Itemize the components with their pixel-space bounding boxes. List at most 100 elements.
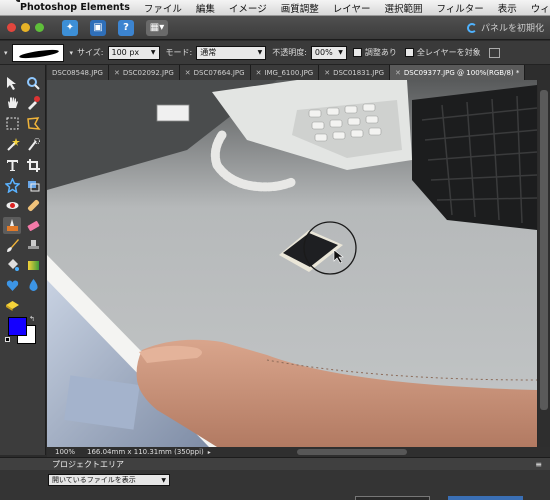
status-bar: 100% 166.04mm x 110.31mm (350ppi) ▸ — [47, 447, 550, 457]
tab-label: IMG_6100.JPG — [264, 68, 314, 77]
foreground-color-swatch[interactable] — [8, 317, 27, 336]
mode-dropdown-icon: ▼ — [257, 49, 263, 56]
red-eye-tool-icon[interactable] — [3, 197, 21, 214]
new-file-icon[interactable]: ✦ — [62, 19, 78, 36]
sponge-tool-icon[interactable] — [3, 297, 21, 314]
tab-label: DSC07664.JPG — [193, 68, 245, 77]
tab-dsc08548[interactable]: DSC08548.JPG — [47, 65, 109, 80]
all-layers-label: 全レイヤーを対象 — [416, 48, 481, 57]
tool-options-bar: ▾ ▾ サイズ: 100 px ▼ モード: 通常 ▼ 不透明度: 00% ▼ 調整あ… — [0, 41, 550, 65]
menu-image[interactable]: イメージ — [229, 1, 267, 15]
zoom-window-button[interactable] — [35, 23, 44, 32]
document-dimensions: 166.04mm x 110.31mm (350ppi) — [87, 448, 204, 456]
tab-label: DSC01831.JPG — [333, 68, 385, 77]
toolbox: ↰ — [0, 65, 46, 455]
project-thumbnail[interactable] — [355, 496, 430, 500]
document-tabs: DSC08548.JPG ✕ DSC02092.JPG ✕ DSC07664.JPG… — [47, 65, 550, 80]
tab-dsc09377[interactable]: ✕ DSC09377.JPG @ 100%(RGB/8) * — [390, 65, 526, 80]
all-layers-checkbox-group[interactable]: 全レイヤーを対象 — [404, 47, 481, 58]
magic-wand-tool-icon[interactable] — [3, 136, 21, 153]
app-menu[interactable]: Photoshop Elements — [20, 2, 130, 13]
healing-brush-tool-icon[interactable] — [24, 197, 42, 214]
adjust-checkbox[interactable] — [352, 48, 362, 57]
menu-window[interactable]: ウィン — [531, 1, 550, 15]
close-tab-icon[interactable]: ✕ — [395, 69, 401, 77]
size-field[interactable]: 100 px ▼ — [107, 45, 160, 60]
reset-icon — [466, 22, 477, 33]
clone-stamp-tool-icon[interactable] — [24, 237, 42, 254]
swap-colors-icon[interactable]: ↰ — [29, 315, 35, 323]
adjust-checkbox-group[interactable]: 調整あり — [352, 47, 397, 58]
quick-selection-tool-icon[interactable] — [24, 136, 42, 153]
tab-label: DSC08548.JPG — [52, 68, 103, 77]
paint-bucket-tool-icon[interactable] — [3, 257, 21, 274]
close-tab-icon[interactable]: ✕ — [114, 69, 120, 77]
shape-tool-icon[interactable] — [3, 277, 21, 294]
opacity-dropdown-icon: ▼ — [338, 49, 343, 56]
default-colors-icon[interactable] — [5, 337, 10, 342]
close-tab-icon[interactable]: ✕ — [324, 69, 330, 77]
lasso-tool-icon[interactable] — [24, 115, 42, 132]
marquee-tool-icon[interactable] — [3, 115, 21, 132]
move-tool-icon[interactable] — [3, 75, 21, 92]
reset-panels-button[interactable]: パネルを初期化 — [466, 21, 544, 34]
crop-tool-icon[interactable] — [24, 157, 42, 174]
menu-file[interactable]: ファイル — [144, 1, 182, 15]
opacity-field[interactable]: 00% ▼ — [310, 45, 347, 60]
menu-view[interactable]: 表示 — [498, 1, 517, 15]
eraser-tool-icon[interactable] — [24, 217, 42, 234]
status-menu-arrow-icon[interactable]: ▸ — [208, 449, 211, 456]
cookie-cutter-tool-icon[interactable] — [3, 177, 21, 194]
adjust-label: 調整あり — [364, 48, 397, 57]
vertical-scroll-thumb[interactable] — [540, 90, 548, 410]
menu-enhance[interactable]: 画質調整 — [281, 1, 319, 15]
reset-panels-label: パネルを初期化 — [480, 24, 544, 34]
type-tool-icon[interactable] — [3, 157, 21, 174]
brush-preview[interactable] — [11, 43, 64, 62]
close-window-button[interactable] — [7, 23, 16, 32]
tab-label: DSC02092.JPG — [122, 68, 174, 77]
panel-menu-icon[interactable]: ≡ — [535, 460, 542, 469]
project-view-select[interactable]: 開いているファイルを表示 ▼ — [48, 474, 170, 486]
menu-layer[interactable]: レイヤー — [333, 1, 371, 15]
menu-edit[interactable]: 編集 — [196, 1, 215, 15]
blur-tool-icon[interactable] — [24, 277, 42, 294]
tab-label: DSC09377.JPG @ 100%(RGB/8) * — [403, 68, 520, 77]
zoom-tool-icon[interactable] — [24, 75, 42, 92]
smart-brush-tool-icon[interactable] — [3, 217, 21, 234]
vertical-scrollbar[interactable] — [538, 80, 550, 447]
close-tab-icon[interactable]: ✕ — [185, 69, 191, 77]
document-canvas[interactable] — [47, 80, 537, 447]
brush-picker-arrow-icon[interactable]: ▾ — [70, 49, 74, 57]
hand-tool-icon[interactable] — [3, 94, 21, 111]
eyedropper-tool-icon[interactable] — [24, 94, 42, 111]
project-thumbnail-selected[interactable] — [448, 496, 523, 500]
mode-select[interactable]: 通常 ▼ — [196, 45, 267, 60]
mode-value: 通常 — [200, 48, 217, 57]
menu-bar: Photoshop Elements ファイル 編集 イメージ 画質調整 レイヤ… — [0, 0, 550, 16]
menu-filter[interactable]: フィルター — [436, 1, 483, 15]
tab-dsc07664[interactable]: ✕ DSC07664.JPG — [179, 65, 251, 80]
photoshop-elements-window: Photoshop Elements ファイル 編集 イメージ 画質調整 レイヤ… — [0, 0, 550, 500]
tab-dsc01831[interactable]: ✕ DSC01831.JPG — [319, 65, 391, 80]
tool-preset-arrow-icon[interactable]: ▾ — [4, 49, 8, 57]
workspace-layout-icon[interactable]: ▦▾ — [146, 19, 168, 36]
help-icon[interactable]: ? — [118, 19, 134, 36]
gradient-tool-icon[interactable] — [24, 257, 42, 274]
minimize-window-button[interactable] — [21, 23, 30, 32]
opacity-label: 不透明度: — [272, 48, 307, 57]
all-layers-checkbox[interactable] — [404, 48, 414, 57]
menu-select[interactable]: 選択範囲 — [384, 1, 422, 15]
brush-tool-icon[interactable] — [3, 237, 21, 254]
brush-stroke-icon — [18, 47, 59, 60]
close-tab-icon[interactable]: ✕ — [256, 69, 262, 77]
horizontal-scroll-thumb[interactable] — [297, 449, 407, 455]
save-icon[interactable]: ▣ — [90, 19, 106, 36]
recompose-tool-icon[interactable] — [24, 177, 42, 194]
tab-dsc02092[interactable]: ✕ DSC02092.JPG — [108, 65, 180, 80]
project-area-header[interactable]: プロジェクトエリア ≡ — [0, 458, 550, 470]
zoom-level[interactable]: 100% — [55, 448, 75, 456]
tab-img6100[interactable]: ✕ IMG_6100.JPG — [250, 65, 320, 80]
project-area-title: プロジェクトエリア — [52, 459, 124, 469]
options-menu-icon[interactable] — [488, 47, 500, 58]
